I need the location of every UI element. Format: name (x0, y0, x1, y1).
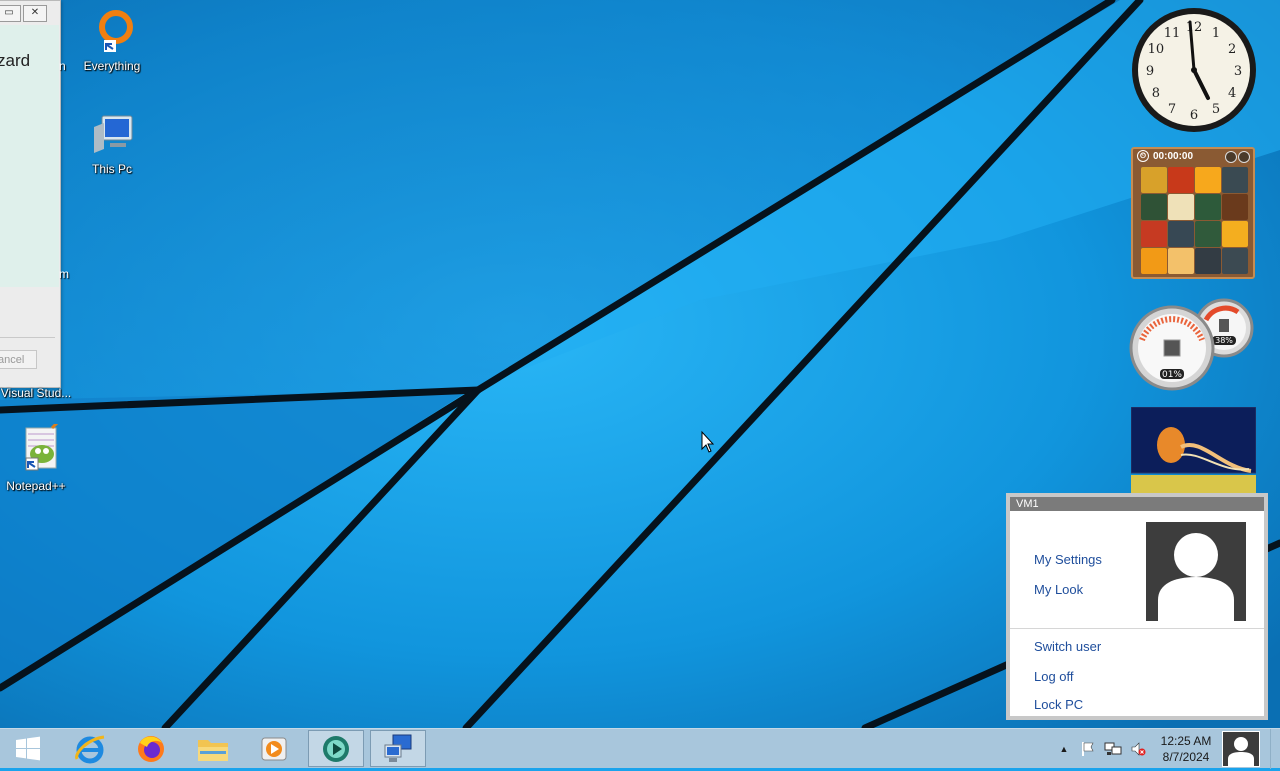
taskbar-remote-desktop[interactable] (370, 730, 426, 767)
taskbar-active-app[interactable] (308, 730, 364, 767)
show-hidden-icons-button[interactable]: ▲ (1056, 729, 1072, 769)
clock-numeral: 8 (1152, 86, 1160, 101)
clock-gadget[interactable]: 12 12 3 45678 9 1011 (1130, 6, 1258, 134)
volume-button[interactable] (1128, 729, 1148, 769)
help-icon[interactable] (1225, 151, 1237, 163)
clock-date: 8/7/2024 (1162, 750, 1210, 764)
puzzle-tile[interactable] (1195, 221, 1221, 247)
puzzle-tile[interactable] (1195, 248, 1221, 274)
puzzle-tile[interactable] (1195, 167, 1221, 193)
taskbar-user-button[interactable] (1222, 731, 1260, 767)
start-icon (16, 736, 40, 760)
puzzle-tile[interactable] (1141, 194, 1167, 220)
taskbar-clock[interactable]: 12:25 AM 8/7/2024 (1150, 733, 1222, 765)
clock-time: 12:25 AM (1160, 734, 1212, 748)
clock-numeral: 5 (1212, 102, 1220, 117)
close-button[interactable]: ✕ (23, 5, 47, 22)
switch-user-link[interactable]: Switch user (1034, 639, 1101, 654)
clock-numeral: 12 (1186, 20, 1203, 35)
computer-icon (94, 115, 133, 153)
show-desktop-button[interactable] (1270, 729, 1280, 769)
puzzle-timer: 00:00:00 (1153, 151, 1194, 162)
network-icon (1104, 742, 1122, 755)
my-look-link[interactable]: My Look (1034, 582, 1083, 597)
taskbar-firefox[interactable] (123, 730, 179, 767)
clock-numeral: 7 (1168, 102, 1176, 117)
cpu-percent: 01% (1162, 370, 1182, 380)
action-center-flag-icon (1082, 742, 1094, 756)
desktop-icon-everything[interactable]: Everything (72, 8, 152, 73)
media-player-icon (261, 737, 287, 760)
desktop-icon-label: Visual Stud... (0, 386, 72, 400)
notepadpp-icon (25, 420, 60, 471)
puzzle-tile[interactable] (1168, 194, 1194, 220)
clock-numeral: 4 (1228, 86, 1236, 101)
timer-icon: ⏲ (1137, 150, 1149, 162)
file-explorer-icon (198, 739, 228, 761)
refresh-icon[interactable] (1238, 151, 1250, 163)
puzzle-tile[interactable] (1195, 194, 1221, 220)
desktop-icon-label: This Pc (91, 162, 132, 176)
desktop-icon-label: Everything (83, 59, 141, 73)
volume-muted-icon (1131, 742, 1146, 756)
puzzle-tile[interactable] (1141, 221, 1167, 247)
clock-numeral: 11 (1164, 26, 1181, 41)
picture-puzzle-gadget[interactable]: ⏲ 00:00:00 (1131, 147, 1255, 279)
puzzle-grid[interactable] (1141, 167, 1253, 274)
puzzle-tile[interactable] (1222, 248, 1248, 274)
puzzle-tile[interactable] (1168, 248, 1194, 274)
taskbar-media-player[interactable] (246, 730, 302, 767)
user-silhouette-icon (1158, 533, 1234, 621)
network-button[interactable] (1102, 729, 1124, 769)
menu-divider (1010, 628, 1264, 629)
desktop-icon-visual-studio[interactable]: Visual Stud... (0, 372, 76, 400)
divider (0, 337, 55, 338)
restore-button[interactable]: ▭ (0, 5, 21, 22)
user-menu-popup[interactable]: VM1 My Settings My Look Switch user Log … (1006, 493, 1268, 720)
log-off-link[interactable]: Log off (1034, 669, 1074, 684)
taskbar[interactable]: ▲ 12:25 AM 8/7/2024 (0, 728, 1280, 769)
clock-numeral: 6 (1190, 108, 1198, 123)
my-settings-link[interactable]: My Settings (1034, 552, 1102, 567)
wizard-title: zard (0, 51, 31, 70)
puzzle-tile[interactable] (1141, 167, 1167, 193)
clock-numeral: 9 (1146, 64, 1154, 79)
puzzle-tile[interactable] (1168, 221, 1194, 247)
everything-icon (99, 10, 133, 52)
lock-pc-link[interactable]: Lock PC (1034, 697, 1083, 712)
cancel-button[interactable]: ancel (0, 350, 37, 369)
taskbar-internet-explorer[interactable] (62, 730, 118, 767)
clock-numeral: 2 (1228, 42, 1236, 57)
hidden-icon-label: n (59, 59, 66, 73)
setup-wizard-window[interactable]: ▭ ✕ zard ancel (0, 0, 61, 388)
clock-numeral: 1 (1212, 26, 1220, 41)
firefox-icon (138, 735, 164, 762)
puzzle-tile[interactable] (1222, 221, 1248, 247)
avatar (1146, 522, 1246, 621)
puzzle-tile[interactable] (1141, 248, 1167, 274)
hidden-icon-label: m (59, 267, 69, 281)
puzzle-tile[interactable] (1222, 194, 1248, 220)
desktop[interactable]: ▭ ✕ zard ancel n m Everything This Pc Vi… (0, 0, 1280, 728)
user-menu-header: VM1 (1010, 497, 1264, 511)
desktop-icon-label: Notepad++ (6, 479, 66, 493)
action-center-button[interactable] (1078, 729, 1098, 769)
puzzle-tile[interactable] (1168, 167, 1194, 193)
clock-numeral: 10 (1148, 42, 1165, 57)
desktop-icon-notepadpp[interactable]: Notepad++ (0, 420, 76, 493)
slideshow-gadget[interactable] (1131, 407, 1256, 497)
remote-desktop-icon (384, 734, 412, 762)
desktop-icon-this-pc[interactable]: This Pc (72, 113, 152, 176)
taskbar-file-explorer[interactable] (185, 730, 241, 767)
cpu-meter-gadget[interactable]: 38% 01% (1128, 296, 1256, 392)
clock-numeral: 3 (1234, 64, 1242, 79)
user-icon (1228, 737, 1254, 766)
app-icon (323, 735, 349, 762)
internet-explorer-icon (75, 735, 105, 763)
memory-percent: 38% (1215, 336, 1233, 345)
puzzle-tile[interactable] (1222, 167, 1248, 193)
start-button[interactable] (0, 730, 56, 767)
